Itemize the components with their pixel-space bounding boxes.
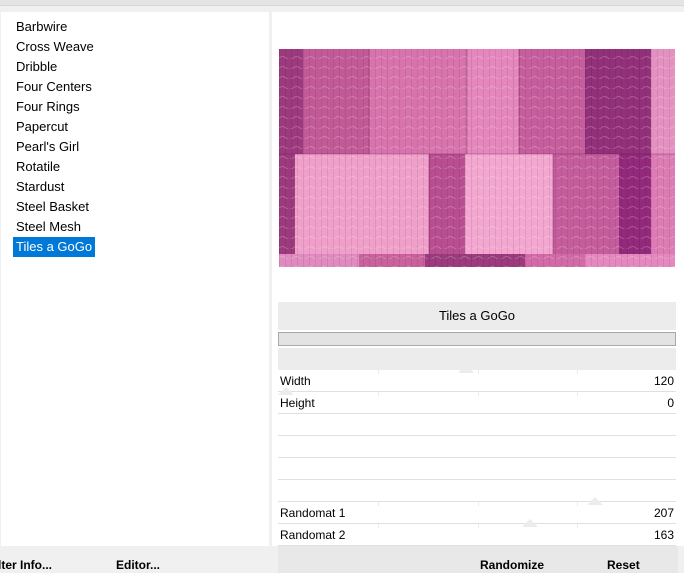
- height-value: 0: [667, 396, 674, 410]
- randomize-button[interactable]: Randomize: [480, 558, 544, 572]
- randomat-1-value: 207: [653, 506, 674, 520]
- filter-item-dribble[interactable]: Dribble: [13, 57, 60, 77]
- slider-tick: [378, 392, 379, 396]
- filter-item-pearls-girl[interactable]: Pearl's Girl: [13, 137, 82, 157]
- randomat-1-slider-thumb[interactable]: [587, 497, 604, 505]
- width-value: 120: [653, 374, 674, 388]
- filter-preview-image: [279, 49, 675, 267]
- randomat-2-value: 163: [653, 528, 674, 542]
- bottom-button-bar: lter Info... Editor... Randomize Reset: [0, 546, 684, 573]
- filter-item-four-centers[interactable]: Four Centers: [13, 77, 95, 97]
- slider-tick: [478, 524, 479, 528]
- filter-item-steel-mesh[interactable]: Steel Mesh: [13, 217, 84, 237]
- randomat-2-label: Randomat 2: [280, 528, 346, 542]
- filter-list-panel: Barbwire Cross Weave Dribble Four Center…: [1, 12, 269, 546]
- settings-panel: Tiles a GoGo Width 120 Height 0 Randomat…: [272, 12, 684, 546]
- filter-item-steel-basket[interactable]: Steel Basket: [13, 197, 92, 217]
- randomat-1-slider[interactable]: Randomat 1 207: [278, 497, 676, 524]
- slider-tick: [478, 370, 479, 374]
- filter-item-cross-weave[interactable]: Cross Weave: [13, 37, 97, 57]
- height-slider-thumb[interactable]: [278, 387, 294, 395]
- slider-tick: [577, 524, 578, 528]
- filter-list: Barbwire Cross Weave Dribble Four Center…: [13, 17, 97, 257]
- slider-tick: [378, 370, 379, 374]
- filter-item-rotatile[interactable]: Rotatile: [13, 157, 63, 177]
- slider-tick: [577, 370, 578, 374]
- slider-tick: [478, 502, 479, 506]
- slider-tick: [378, 502, 379, 506]
- height-slider[interactable]: Height 0: [278, 387, 676, 414]
- height-label: Height: [280, 396, 315, 410]
- empty-slider-row: [278, 458, 676, 480]
- reset-button[interactable]: Reset: [607, 558, 640, 572]
- filter-item-papercut[interactable]: Papercut: [13, 117, 71, 137]
- progress-bar: [278, 332, 676, 346]
- empty-slider-row: [278, 414, 676, 436]
- filter-item-stardust[interactable]: Stardust: [13, 177, 67, 197]
- slider-tick: [478, 392, 479, 396]
- randomat-2-slider[interactable]: Randomat 2 163: [278, 519, 676, 546]
- empty-slider-row: [278, 436, 676, 458]
- window-top-edge: [0, 0, 684, 6]
- randomat-2-slider-thumb[interactable]: [522, 519, 539, 527]
- slider-tick: [577, 392, 578, 396]
- selected-filter-title: Tiles a GoGo: [278, 302, 676, 330]
- filter-item-tiles-a-gogo[interactable]: Tiles a GoGo: [13, 237, 96, 257]
- empty-slider-row: [278, 480, 676, 502]
- editor-button[interactable]: Editor...: [116, 558, 160, 572]
- width-slider-thumb[interactable]: [457, 365, 474, 373]
- filter-item-barbwire[interactable]: Barbwire: [13, 17, 70, 37]
- settings-header-strip: [278, 348, 676, 370]
- slider-tick: [378, 524, 379, 528]
- width-slider[interactable]: Width 120: [278, 365, 676, 392]
- randomat-1-label: Randomat 1: [280, 506, 346, 520]
- width-label: Width: [280, 374, 311, 388]
- slider-tick: [577, 502, 578, 506]
- filter-item-four-rings[interactable]: Four Rings: [13, 97, 83, 117]
- filter-info-button[interactable]: lter Info...: [0, 558, 52, 572]
- preview-tiles-graphic: [279, 49, 675, 267]
